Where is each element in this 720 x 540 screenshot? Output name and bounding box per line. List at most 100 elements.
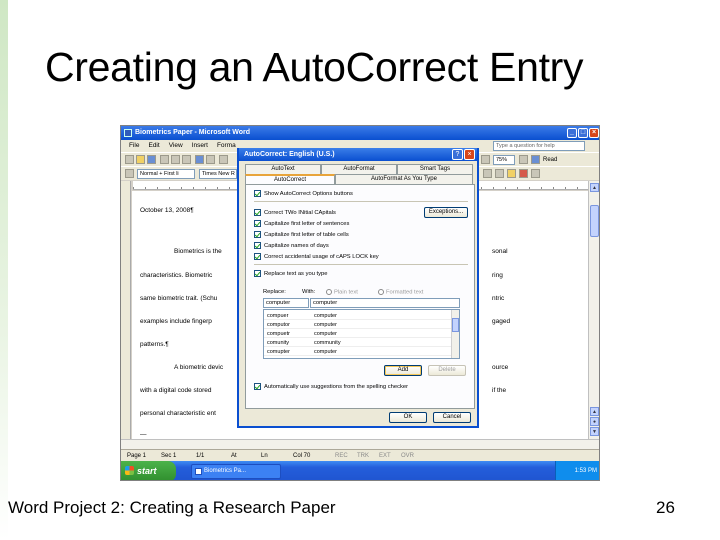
- print-preview-icon[interactable]: [182, 155, 191, 164]
- horizontal-scrollbar[interactable]: [121, 439, 599, 449]
- tab-row-front: AutoCorrect AutoFormat As You Type: [245, 174, 473, 184]
- cancel-button[interactable]: Cancel: [433, 412, 471, 423]
- checkbox[interactable]: [254, 383, 261, 390]
- word-window-title: Biometrics Paper - Microsoft Word: [135, 129, 251, 136]
- start-button[interactable]: start: [121, 461, 176, 480]
- font-color-icon[interactable]: [519, 169, 528, 178]
- close-icon[interactable]: ×: [589, 128, 599, 138]
- radio-icon[interactable]: [378, 289, 384, 295]
- option-replace-as-you-type[interactable]: Replace text as you type: [254, 269, 327, 278]
- outside-border-icon[interactable]: [495, 169, 504, 178]
- previous-page-icon[interactable]: ▲: [590, 407, 599, 416]
- checkbox[interactable]: [254, 190, 261, 197]
- help-icon[interactable]: [519, 155, 528, 164]
- menu-format[interactable]: Forma: [217, 140, 236, 152]
- checkbox[interactable]: [254, 253, 261, 260]
- tab-autoformat[interactable]: AutoFormat: [321, 164, 397, 174]
- list-item[interactable]: compuer computer: [264, 312, 451, 320]
- autocorrect-panel: Show AutoCorrect Options buttons Correct…: [245, 184, 475, 409]
- entry-to: computer: [314, 349, 337, 355]
- doc-line-right: gaged: [492, 318, 511, 325]
- radio-icon[interactable]: [326, 289, 332, 295]
- scroll-up-icon[interactable]: ▲: [590, 183, 599, 192]
- new-document-icon[interactable]: [125, 155, 134, 164]
- tab-autotext[interactable]: AutoText: [245, 164, 321, 174]
- option-capitalize-table-cells[interactable]: Capitalize first letter of table cells: [254, 230, 349, 239]
- read-button-label[interactable]: Read: [543, 155, 557, 165]
- option-spelling-suggestions[interactable]: Automatically use suggestions from the s…: [254, 382, 408, 391]
- exceptions-button[interactable]: Exceptions...: [424, 207, 468, 218]
- taskbar-word-button[interactable]: Biometrics Pa...: [191, 464, 281, 479]
- doc-line: patterns.¶: [140, 341, 169, 348]
- save-icon[interactable]: [147, 155, 156, 164]
- slide-page-number: 26: [656, 498, 675, 517]
- replace-input[interactable]: computer: [263, 298, 309, 308]
- spelling-icon[interactable]: [195, 155, 204, 164]
- checkbox[interactable]: [254, 270, 261, 277]
- tab-smart-tags[interactable]: Smart Tags: [397, 164, 473, 174]
- word-screenshot: Biometrics Paper - Microsoft Word _ □ × …: [120, 125, 600, 481]
- highlight-icon[interactable]: [507, 169, 516, 178]
- autocorrect-entries-list[interactable]: compuer computer computor computer compuet…: [263, 309, 460, 359]
- zoom-select[interactable]: 75%: [493, 155, 515, 165]
- research-icon[interactable]: [206, 155, 215, 164]
- formatted-text-option[interactable]: Formatted text: [378, 289, 423, 296]
- checkbox[interactable]: [254, 231, 261, 238]
- option-capitalize-days[interactable]: Capitalize names of days: [254, 241, 329, 250]
- show-hide-icon[interactable]: [481, 155, 490, 164]
- increase-indent-icon[interactable]: [483, 169, 492, 178]
- minimize-icon[interactable]: _: [567, 128, 577, 138]
- option-label: Correct TWo INitial CApitals: [264, 209, 336, 216]
- menu-view[interactable]: View: [169, 140, 183, 152]
- select-browse-object-icon[interactable]: ●: [590, 417, 599, 426]
- checkbox[interactable]: [254, 242, 261, 249]
- menu-edit[interactable]: Edit: [148, 140, 159, 152]
- word-app-icon: [124, 129, 132, 137]
- entry-from: compuer: [267, 313, 289, 319]
- option-two-initial-capitals[interactable]: Correct TWo INitial CApitals: [254, 208, 336, 217]
- delete-button[interactable]: Delete: [428, 365, 466, 376]
- list-scroll-thumb[interactable]: [452, 318, 459, 332]
- with-input[interactable]: computer: [310, 298, 460, 308]
- tab-autoformat-as-you-type[interactable]: AutoFormat As You Type: [335, 174, 473, 184]
- permission-icon[interactable]: [160, 155, 169, 164]
- style-select[interactable]: Normal + First li: [137, 169, 195, 179]
- vertical-scrollbar[interactable]: ▲ ▲ ● ▼: [588, 181, 599, 439]
- entry-to: computer: [314, 322, 337, 328]
- font-select[interactable]: Times New R: [199, 169, 237, 179]
- list-item[interactable]: computor computer: [264, 321, 451, 329]
- option-show-buttons[interactable]: Show AutoCorrect Options buttons: [254, 189, 353, 198]
- maximize-icon[interactable]: □: [578, 128, 588, 138]
- option-caps-lock[interactable]: Correct accidental usage of cAPS LOCK ke…: [254, 252, 379, 261]
- doc-line-right: ring: [492, 272, 503, 279]
- scroll-thumb[interactable]: [590, 205, 599, 237]
- slide-footer: Word Project 2: Creating a Research Pape…: [8, 498, 336, 517]
- open-folder-icon[interactable]: [136, 155, 145, 164]
- doc-line: same biometric trait. (Schu: [140, 295, 218, 302]
- next-page-icon[interactable]: ▼: [590, 427, 599, 436]
- option-label: Correct accidental usage of cAPS LOCK ke…: [264, 253, 379, 260]
- read-icon[interactable]: [531, 155, 540, 164]
- option-capitalize-sentences[interactable]: Capitalize first letter of sentences: [254, 219, 349, 228]
- checkbox[interactable]: [254, 220, 261, 227]
- add-button[interactable]: Add: [384, 365, 422, 376]
- help-icon[interactable]: ?: [452, 149, 463, 160]
- menu-insert[interactable]: Insert: [192, 140, 208, 152]
- list-item[interactable]: comupter computer: [264, 348, 451, 356]
- tab-autocorrect[interactable]: AutoCorrect: [245, 174, 335, 184]
- menu-file[interactable]: File: [129, 140, 139, 152]
- dialog-close-icon[interactable]: ×: [464, 149, 475, 160]
- list-item[interactable]: compuetr computer: [264, 330, 451, 338]
- plain-text-label: Plain text: [334, 289, 358, 296]
- help-search-input[interactable]: Type a question for help: [493, 141, 585, 151]
- plain-text-option[interactable]: Plain text: [326, 289, 358, 296]
- checkbox[interactable]: [254, 209, 261, 216]
- list-item[interactable]: comunity community: [264, 339, 451, 347]
- toolbar-options-icon[interactable]: [531, 169, 540, 178]
- list-scrollbar[interactable]: [451, 310, 459, 358]
- styles-pane-icon[interactable]: [125, 169, 134, 178]
- cut-icon[interactable]: [219, 155, 228, 164]
- print-icon[interactable]: [171, 155, 180, 164]
- windows-logo-icon: [125, 466, 134, 475]
- ok-button[interactable]: OK: [389, 412, 427, 423]
